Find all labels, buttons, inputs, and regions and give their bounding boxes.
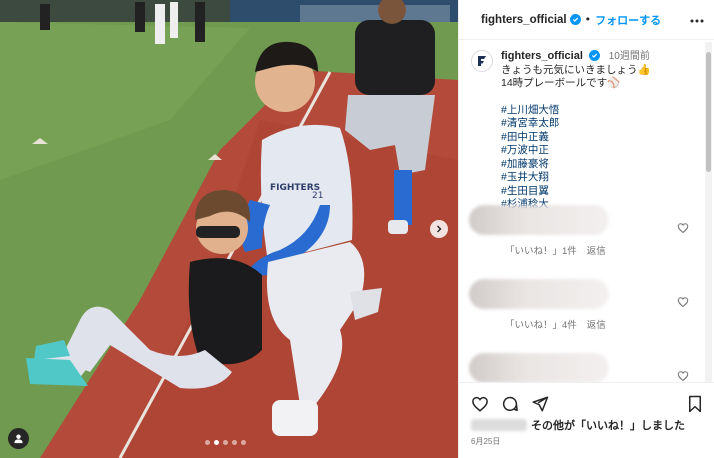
post-date[interactable]: 6月25日 (459, 433, 714, 447)
carousel-indicator (205, 440, 246, 445)
more-options-button[interactable] (690, 13, 704, 26)
comment-button[interactable] (501, 395, 519, 413)
caption-line-1: きょうも元気にいきましょう👍 (501, 63, 651, 76)
post-caption: fighters_official 10週間前 きょうも元気にいきましょう👍 1… (459, 40, 714, 212)
more-horizontal-icon (690, 19, 704, 23)
comments-scrollbar[interactable] (705, 42, 712, 382)
like-button[interactable] (471, 395, 489, 413)
comment-reply-button[interactable]: 返信 (587, 246, 606, 257)
blurred-comment (469, 205, 609, 235)
avatar[interactable] (471, 50, 493, 72)
header-username[interactable]: fighters_official (481, 14, 567, 26)
verified-badge-icon (588, 50, 600, 61)
blurred-username (471, 419, 527, 431)
post-actions: その他が「いいね！」しました 6月25日 (459, 382, 714, 458)
hashtag-link[interactable]: #万波中正 (501, 144, 651, 158)
hashtag-link[interactable]: #玉井大翔 (501, 171, 651, 185)
post-header: fighters_official • フォローする (459, 0, 714, 40)
blurred-comment (469, 353, 609, 383)
save-button[interactable] (687, 395, 703, 413)
user-tag-icon (14, 434, 23, 444)
caption-line-2: 14時プレーボールです⚾ (501, 77, 621, 89)
header-separator: • (584, 13, 592, 26)
likes-summary[interactable]: その他が「いいね！」しました (459, 413, 714, 433)
comment-reply-button[interactable]: 返信 (587, 320, 606, 331)
verified-badge-icon (569, 14, 581, 25)
svg-text:21: 21 (312, 191, 323, 201)
hashtag-link[interactable]: #田中正義 (501, 131, 651, 145)
photo-scene: FIGHTERS 21 (0, 0, 458, 458)
comment-meta: 「いいね！」4件 返信 (505, 317, 616, 331)
instagram-post-modal: FIGHTERS 21 fighters_official • フォローする f… (0, 0, 714, 458)
chevron-right-icon (437, 225, 442, 233)
comment-likes-count[interactable]: 「いいね！」4件 (505, 320, 577, 331)
caption-username[interactable]: fighters_official (501, 50, 583, 62)
tagged-users-button[interactable] (8, 428, 29, 449)
post-photo[interactable]: FIGHTERS 21 (0, 0, 458, 458)
comment-item: 「いいね！」4件 返信 (459, 269, 699, 343)
post-side-panel: fighters_official • フォローする fighters_offi… (458, 0, 714, 458)
carousel-dot (214, 440, 219, 445)
blurred-comment (469, 279, 609, 309)
carousel-next-button[interactable] (430, 220, 448, 238)
comment-likes-count[interactable]: 「いいね！」1件 (505, 246, 577, 257)
heart-icon[interactable] (677, 222, 689, 234)
hashtag-link[interactable]: #上川畑大悟 (501, 104, 651, 118)
hashtag-link[interactable]: #清宮幸太郎 (501, 117, 651, 131)
comment-meta: 「いいね！」1件 返信 (505, 243, 616, 257)
heart-icon[interactable] (677, 296, 689, 308)
comment-item: 「いいね！」1件 返信 (459, 195, 699, 269)
share-button[interactable] (531, 395, 549, 413)
carousel-dot (205, 440, 210, 445)
likes-text: その他が「いいね！」しました (531, 420, 685, 432)
hashtag-link[interactable]: #加藤豪将 (501, 158, 651, 172)
carousel-dot (241, 440, 246, 445)
follow-button[interactable]: フォローする (595, 12, 661, 28)
carousel-dot (223, 440, 228, 445)
heart-icon[interactable] (677, 370, 689, 382)
carousel-dot (232, 440, 237, 445)
caption-time[interactable]: 10週間前 (609, 51, 650, 62)
fighters-logo-icon (478, 56, 486, 66)
